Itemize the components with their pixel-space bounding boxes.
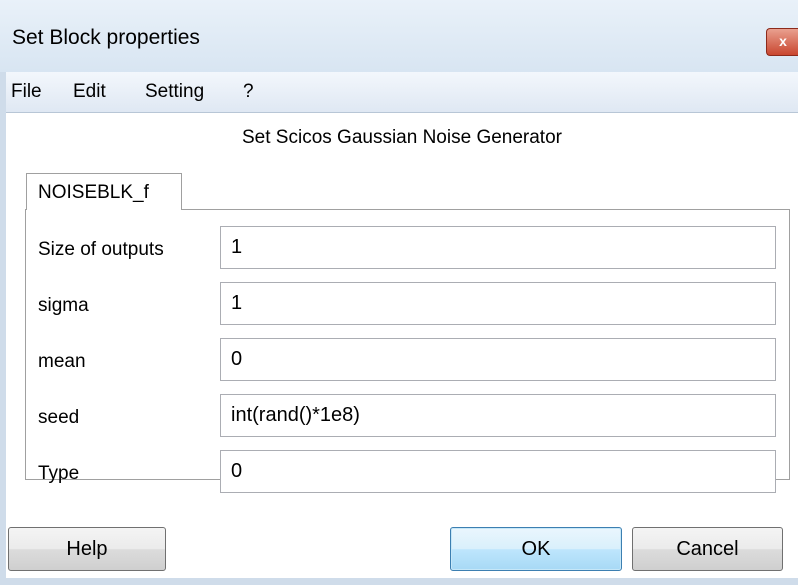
label-size-of-outputs: Size of outputs	[38, 239, 164, 260]
title-bar[interactable]: Set Block properties x	[0, 0, 798, 73]
label-type: Type	[38, 463, 80, 484]
type-input[interactable]	[220, 450, 776, 493]
seed-input[interactable]	[220, 394, 776, 437]
tab-noiseblk-f[interactable]: NOISEBLK_f	[26, 173, 182, 210]
tab-label: NOISEBLK_f	[38, 182, 149, 203]
menu-edit[interactable]: Edit	[71, 81, 108, 103]
window-frame-bottom	[0, 578, 798, 585]
label-seed: seed	[38, 407, 80, 428]
size-of-outputs-input[interactable]	[220, 226, 776, 269]
ok-button[interactable]: OK	[450, 527, 622, 571]
dialog-content: File Edit Setting ? Set Scicos Gaussian …	[6, 72, 798, 578]
close-icon[interactable]: x	[766, 28, 798, 56]
menu-bar: File Edit Setting ?	[6, 72, 798, 113]
sigma-input[interactable]	[220, 282, 776, 325]
dialog-header-title: Set Scicos Gaussian Noise Generator	[242, 127, 562, 148]
parameters-panel: Size of outputs sigma mean seed Type	[25, 209, 790, 493]
menu-help[interactable]: ?	[241, 81, 256, 103]
mean-input[interactable]	[220, 338, 776, 381]
cancel-button[interactable]: Cancel	[632, 527, 783, 571]
menu-setting[interactable]: Setting	[143, 81, 206, 103]
menu-file[interactable]: File	[9, 81, 44, 103]
window-title: Set Block properties	[12, 26, 200, 49]
help-button[interactable]: Help	[8, 527, 166, 571]
label-sigma: sigma	[38, 295, 89, 316]
label-mean: mean	[38, 351, 86, 372]
